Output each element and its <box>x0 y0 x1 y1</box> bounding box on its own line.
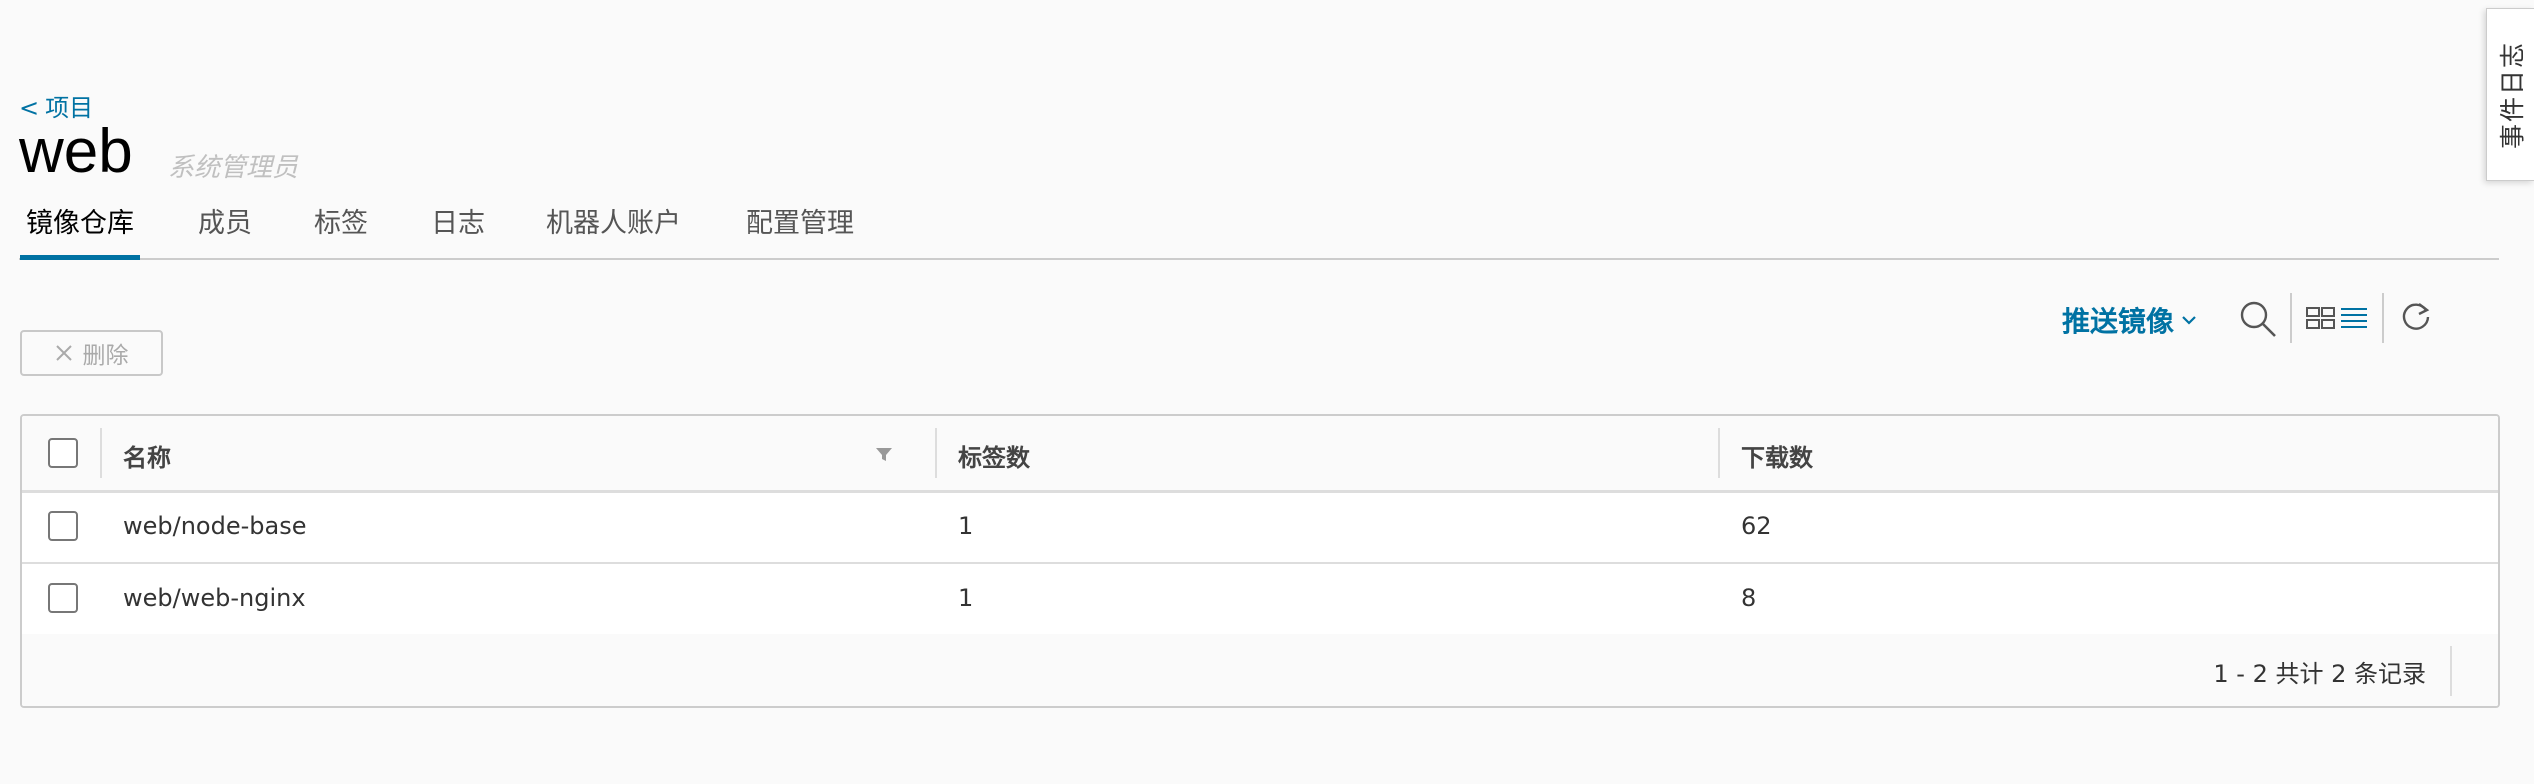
project-tabs: 镜像仓库 成员 标签 日志 机器人账户 配置管理 <box>19 200 2499 260</box>
search-icon[interactable] <box>2238 299 2278 339</box>
column-divider <box>100 428 102 478</box>
role-badge: 系统管理员 <box>168 153 299 183</box>
table-footer: 1 - 2 共计 2 条记录 <box>22 634 2498 706</box>
column-divider <box>935 428 937 478</box>
filter-icon[interactable] <box>874 444 894 464</box>
close-icon <box>55 345 72 361</box>
list-view-icon[interactable] <box>2340 306 2368 330</box>
tab-labels[interactable]: 标签 <box>314 200 368 258</box>
tag-count: 1 <box>958 512 974 540</box>
column-header-tags[interactable]: 标签数 <box>958 438 1030 473</box>
card-view-icon[interactable] <box>2306 306 2336 330</box>
table-row: web/web-nginx 1 8 <box>22 562 2498 637</box>
chevron-down-icon <box>2182 316 2196 325</box>
download-count: 62 <box>1741 512 1772 540</box>
toolbar-divider <box>2290 293 2292 343</box>
tab-logs[interactable]: 日志 <box>431 200 485 258</box>
tab-configuration[interactable]: 配置管理 <box>746 200 854 258</box>
event-log-label: 事件日志 <box>2497 40 2527 149</box>
push-image-label: 推送镜像 <box>2062 305 2175 338</box>
delete-button-label: 删除 <box>82 343 129 369</box>
event-log-tab[interactable]: 事件日志 <box>2486 8 2534 181</box>
repository-link[interactable]: web/web-nginx <box>123 584 306 612</box>
tab-members[interactable]: 成员 <box>198 200 252 258</box>
row-checkbox[interactable] <box>48 511 78 541</box>
push-image-dropdown[interactable]: 推送镜像 <box>2062 300 2196 340</box>
tag-count: 1 <box>958 584 974 612</box>
tab-robot-accounts[interactable]: 机器人账户 <box>546 200 681 258</box>
table-header-row: 名称 标签数 下载数 <box>22 416 2498 493</box>
column-header-downloads[interactable]: 下载数 <box>1741 438 1813 473</box>
pagination-summary: 1 - 2 共计 2 条记录 <box>2213 660 2426 688</box>
column-header-name[interactable]: 名称 <box>123 438 171 473</box>
page-title: web <box>19 117 133 186</box>
download-count: 8 <box>1741 584 1757 612</box>
repository-link[interactable]: web/node-base <box>123 512 306 540</box>
footer-divider <box>2450 646 2452 696</box>
column-divider <box>1718 428 1720 478</box>
delete-button[interactable]: 删除 <box>20 330 163 376</box>
select-all-checkbox[interactable] <box>48 438 78 468</box>
row-checkbox[interactable] <box>48 583 78 613</box>
tab-repositories[interactable]: 镜像仓库 <box>20 200 140 260</box>
repository-table: 名称 标签数 下载数 web/node-base 1 62 web/web-ng… <box>20 414 2500 708</box>
table-row: web/node-base 1 62 <box>22 490 2498 564</box>
toolbar-divider <box>2382 293 2384 343</box>
refresh-icon[interactable] <box>2399 300 2433 334</box>
